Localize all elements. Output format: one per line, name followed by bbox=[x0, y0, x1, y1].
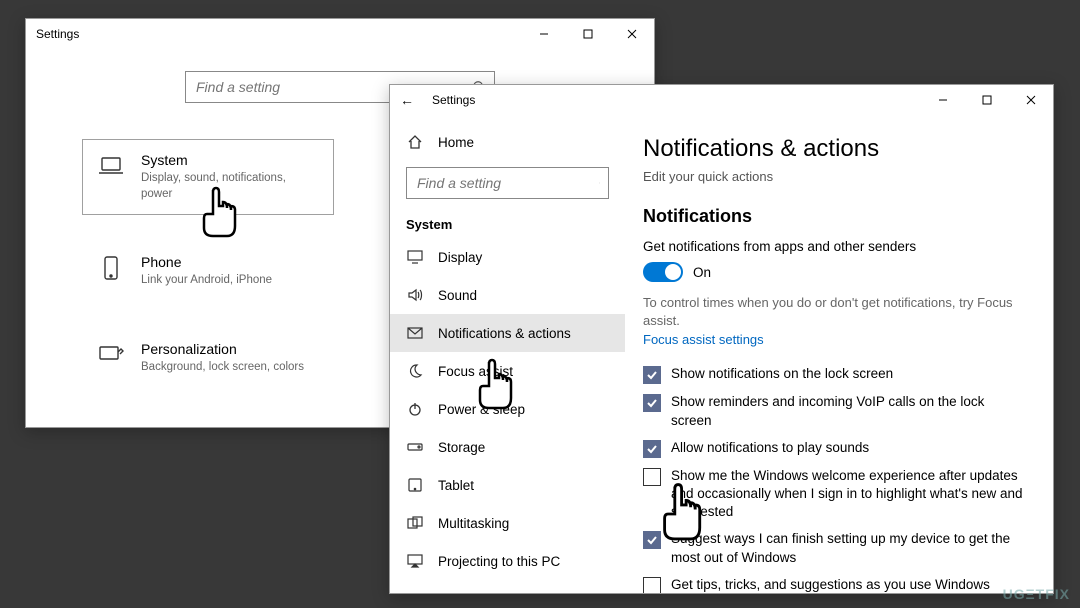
sidebar-item-label: Multitasking bbox=[438, 516, 509, 531]
checkbox[interactable] bbox=[643, 577, 661, 593]
maximize-button[interactable] bbox=[965, 85, 1009, 115]
category-subtitle: Background, lock screen, colors bbox=[141, 360, 304, 376]
power-icon bbox=[406, 401, 424, 417]
sidebar-item-label: Focus assist bbox=[438, 364, 513, 379]
checkbox-row: Show reminders and incoming VoIP calls o… bbox=[643, 393, 1025, 429]
checkbox-row: Allow notifications to play sounds bbox=[643, 439, 1025, 458]
checkbox-label: Show reminders and incoming VoIP calls o… bbox=[671, 393, 1025, 429]
phone-icon bbox=[97, 254, 125, 282]
sidebar-search-input[interactable] bbox=[417, 175, 599, 191]
page-title: Notifications & actions bbox=[643, 135, 1025, 163]
checkbox-label: Get tips, tricks, and suggestions as you… bbox=[671, 576, 990, 593]
window-title: Settings bbox=[432, 93, 475, 107]
sidebar-item-tablet[interactable]: Tablet bbox=[390, 466, 625, 504]
checkbox-label: Allow notifications to play sounds bbox=[671, 439, 869, 457]
multi-icon bbox=[406, 516, 424, 530]
sound-icon bbox=[406, 288, 424, 302]
settings-system-window: ← Settings Home System Display bbox=[389, 84, 1054, 594]
laptop-icon bbox=[97, 152, 125, 180]
checkbox-row: Show notifications on the lock screen bbox=[643, 365, 1025, 384]
sidebar-item-label: Home bbox=[438, 135, 474, 150]
checkbox[interactable] bbox=[643, 394, 661, 412]
checkbox-label: Show notifications on the lock screen bbox=[671, 365, 893, 383]
sidebar-item-label: Power & sleep bbox=[438, 402, 525, 417]
sidebar-item-home[interactable]: Home bbox=[390, 123, 625, 161]
checkbox[interactable] bbox=[643, 366, 661, 384]
sidebar-item-label: Tablet bbox=[438, 478, 474, 493]
titlebar: ← Settings bbox=[390, 85, 1053, 115]
focus-assist-hint: To control times when you do or don't ge… bbox=[643, 294, 1025, 330]
back-button[interactable]: ← bbox=[400, 92, 414, 108]
sidebar-item-power[interactable]: Power & sleep bbox=[390, 390, 625, 428]
checkbox-row: Get tips, tricks, and suggestions as you… bbox=[643, 576, 1025, 593]
sidebar-heading: System bbox=[390, 209, 625, 238]
display-icon bbox=[406, 250, 424, 264]
notifications-toggle[interactable] bbox=[643, 262, 683, 282]
sidebar-item-notifications[interactable]: Notifications & actions bbox=[390, 314, 625, 352]
sidebar-item-focus[interactable]: Focus assist bbox=[390, 352, 625, 390]
section-heading: Notifications bbox=[643, 206, 1025, 227]
quick-actions-link[interactable]: Edit your quick actions bbox=[643, 169, 1025, 184]
focus-icon bbox=[406, 363, 424, 379]
sidebar-item-label: Projecting to this PC bbox=[438, 554, 560, 569]
window-controls bbox=[522, 19, 654, 49]
close-button[interactable] bbox=[610, 19, 654, 49]
checkbox-label: Suggest ways I can finish setting up my … bbox=[671, 530, 1025, 566]
sidebar-item-label: Storage bbox=[438, 440, 485, 455]
toggle-state: On bbox=[693, 265, 711, 280]
category-phone[interactable]: Phone Link your Android, iPhone bbox=[82, 241, 334, 302]
content-pane: Notifications & actions Edit your quick … bbox=[625, 115, 1053, 593]
category-title: System bbox=[141, 152, 319, 168]
tablet-icon bbox=[406, 478, 424, 492]
notify-icon bbox=[406, 326, 424, 340]
window-controls bbox=[921, 85, 1053, 115]
checkbox[interactable] bbox=[643, 468, 661, 486]
sidebar-search[interactable] bbox=[406, 167, 609, 199]
personalize-icon bbox=[97, 341, 125, 369]
checkbox-row: Suggest ways I can finish setting up my … bbox=[643, 530, 1025, 566]
sidebar-item-display[interactable]: Display bbox=[390, 238, 625, 276]
watermark: UGΞTFIX bbox=[1003, 586, 1070, 602]
checkbox-label: Show me the Windows welcome experience a… bbox=[671, 467, 1025, 522]
minimize-button[interactable] bbox=[921, 85, 965, 115]
titlebar: Settings bbox=[26, 19, 654, 49]
sidebar-item-multitasking[interactable]: Multitasking bbox=[390, 504, 625, 542]
category-subtitle: Link your Android, iPhone bbox=[141, 273, 272, 289]
sidebar-item-label: Notifications & actions bbox=[438, 326, 571, 341]
home-icon bbox=[406, 134, 424, 150]
storage-icon bbox=[406, 441, 424, 453]
category-system[interactable]: System Display, sound, notifications, po… bbox=[82, 139, 334, 215]
sidebar: Home System Display Sound Notifications … bbox=[390, 115, 625, 593]
checkbox[interactable] bbox=[643, 440, 661, 458]
toggle-label: Get notifications from apps and other se… bbox=[643, 239, 1025, 254]
category-title: Phone bbox=[141, 254, 272, 270]
sidebar-item-sound[interactable]: Sound bbox=[390, 276, 625, 314]
checkbox-row: Show me the Windows welcome experience a… bbox=[643, 467, 1025, 522]
close-button[interactable] bbox=[1009, 85, 1053, 115]
sidebar-item-label: Display bbox=[438, 250, 482, 265]
sidebar-item-storage[interactable]: Storage bbox=[390, 428, 625, 466]
project-icon bbox=[406, 554, 424, 568]
window-title: Settings bbox=[36, 27, 79, 41]
checkbox[interactable] bbox=[643, 531, 661, 549]
sidebar-item-label: Sound bbox=[438, 288, 477, 303]
category-subtitle: Display, sound, notifications, power bbox=[141, 171, 319, 202]
category-title: Personalization bbox=[141, 341, 304, 357]
category-personalization[interactable]: Personalization Background, lock screen,… bbox=[82, 328, 334, 389]
focus-assist-link[interactable]: Focus assist settings bbox=[643, 332, 1025, 347]
search-icon bbox=[599, 176, 600, 190]
sidebar-item-projecting[interactable]: Projecting to this PC bbox=[390, 542, 625, 580]
maximize-button[interactable] bbox=[566, 19, 610, 49]
minimize-button[interactable] bbox=[522, 19, 566, 49]
